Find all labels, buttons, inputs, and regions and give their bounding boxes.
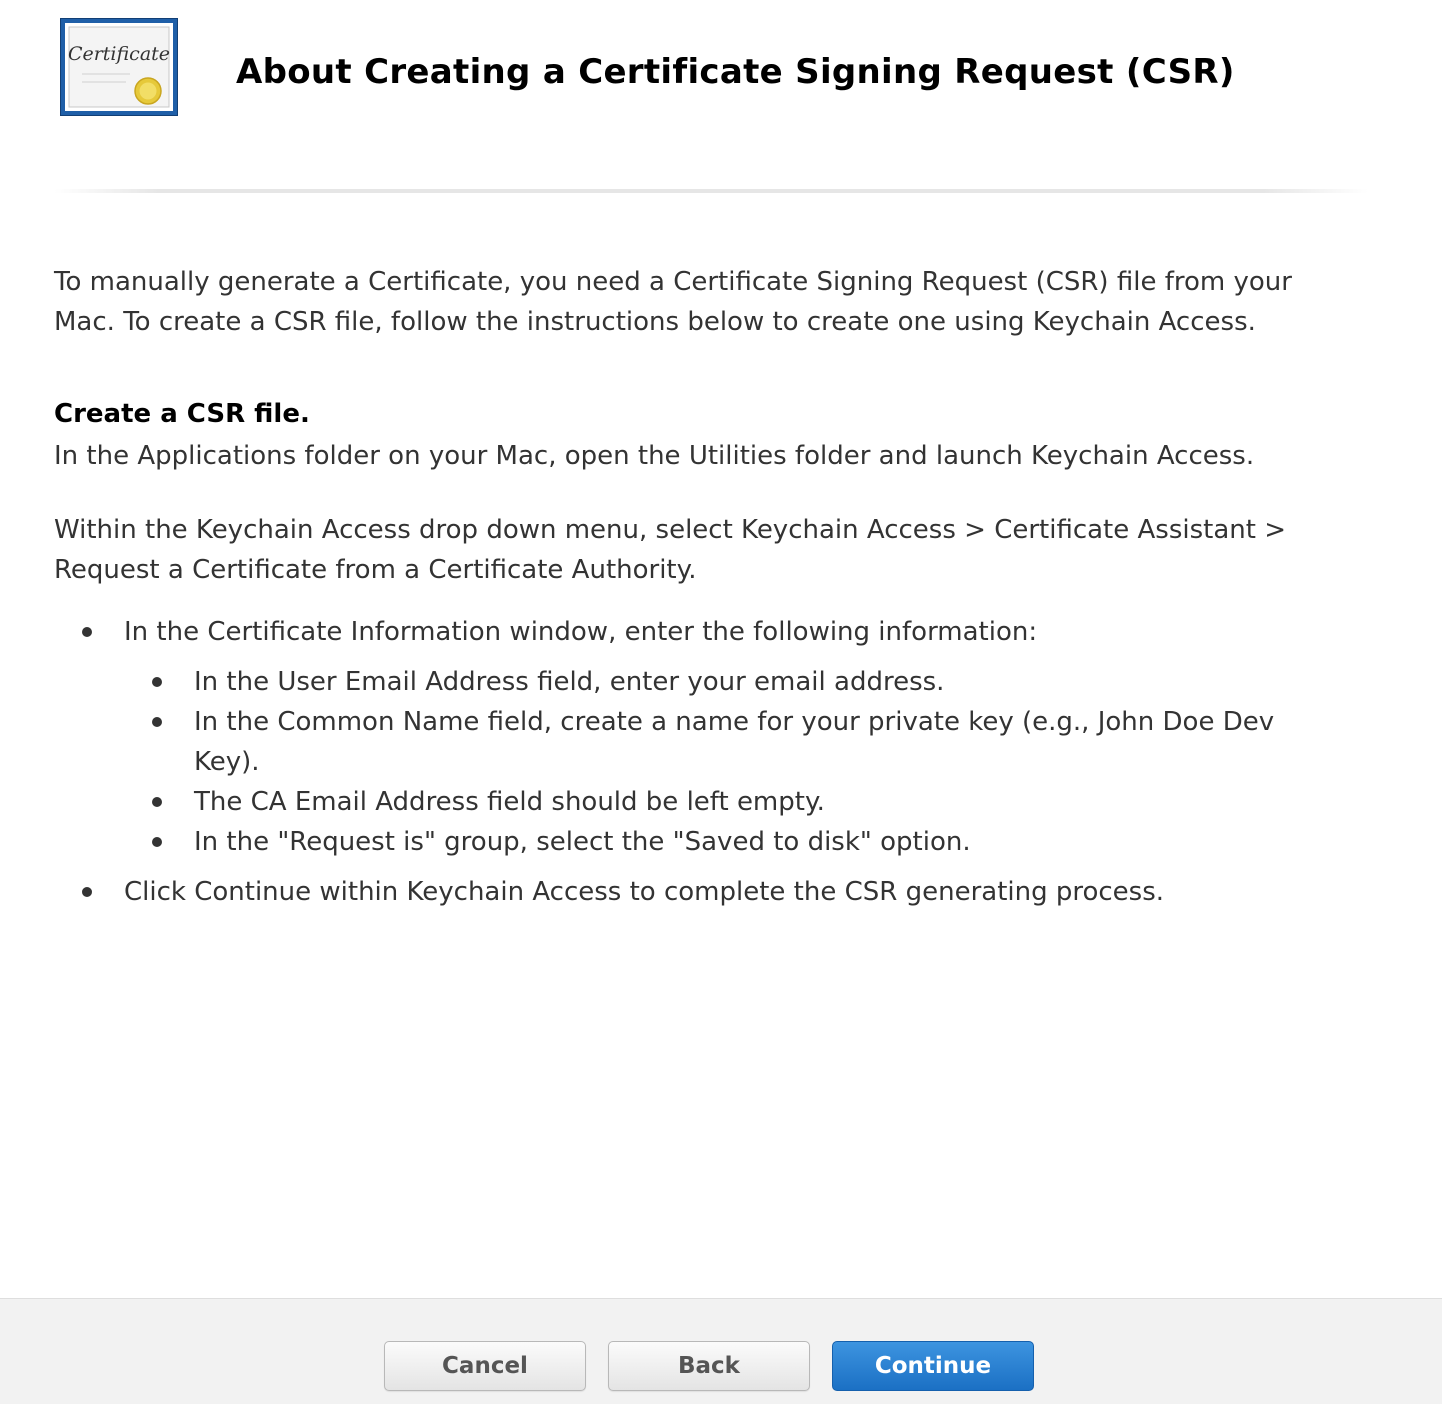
list-item-text: In the Certificate Information window, e… bbox=[124, 617, 1038, 647]
page-title: About Creating a Certificate Signing Req… bbox=[236, 52, 1235, 92]
list-item: Click Continue within Keychain Access to… bbox=[82, 872, 1344, 912]
list-item: In the Certificate Information window, e… bbox=[82, 612, 1344, 862]
bullet-icon bbox=[152, 837, 162, 847]
cancel-button[interactable]: Cancel bbox=[384, 1341, 586, 1391]
footer-button-bar: Cancel Back Continue bbox=[0, 1298, 1442, 1404]
bullet-icon bbox=[152, 797, 162, 807]
back-button[interactable]: Back bbox=[608, 1341, 810, 1391]
instruction-paragraph-1: In the Applications folder on your Mac, … bbox=[54, 441, 1255, 471]
list-item-text: In the "Request is" group, select the "S… bbox=[194, 827, 971, 857]
steps-list: In the Certificate Information window, e… bbox=[54, 612, 1344, 912]
csr-info-page: Certificate About Creating a Certificate… bbox=[0, 0, 1442, 1404]
bullet-icon bbox=[152, 677, 162, 687]
list-item-text: In the Common Name field, create a name … bbox=[194, 707, 1275, 777]
instructions: To manually generate a Certificate, you … bbox=[54, 262, 1344, 922]
instruction-paragraph-2: Within the Keychain Access drop down men… bbox=[54, 515, 1287, 585]
continue-button[interactable]: Continue bbox=[832, 1341, 1034, 1391]
list-item-text: In the User Email Address field, enter y… bbox=[194, 667, 945, 697]
header-divider bbox=[54, 189, 1368, 193]
header: Certificate About Creating a Certificate… bbox=[0, 0, 1442, 193]
section-heading: Create a CSR file. bbox=[54, 399, 310, 429]
svg-text:Certificate: Certificate bbox=[68, 43, 170, 65]
bullet-icon bbox=[82, 627, 92, 637]
list-item-text: Click Continue within Keychain Access to… bbox=[124, 877, 1165, 907]
intro-paragraph: To manually generate a Certificate, you … bbox=[54, 267, 1292, 337]
list-item-text: The CA Email Address field should be lef… bbox=[194, 787, 825, 817]
list-item: The CA Email Address field should be lef… bbox=[152, 782, 1344, 822]
list-item: In the User Email Address field, enter y… bbox=[152, 662, 1344, 702]
list-item: In the Common Name field, create a name … bbox=[152, 702, 1344, 782]
list-item: In the "Request is" group, select the "S… bbox=[152, 822, 1344, 862]
bullet-icon bbox=[82, 887, 92, 897]
sub-steps-list: In the User Email Address field, enter y… bbox=[124, 662, 1344, 862]
certificate-icon: Certificate bbox=[60, 18, 178, 116]
bullet-icon bbox=[152, 717, 162, 727]
